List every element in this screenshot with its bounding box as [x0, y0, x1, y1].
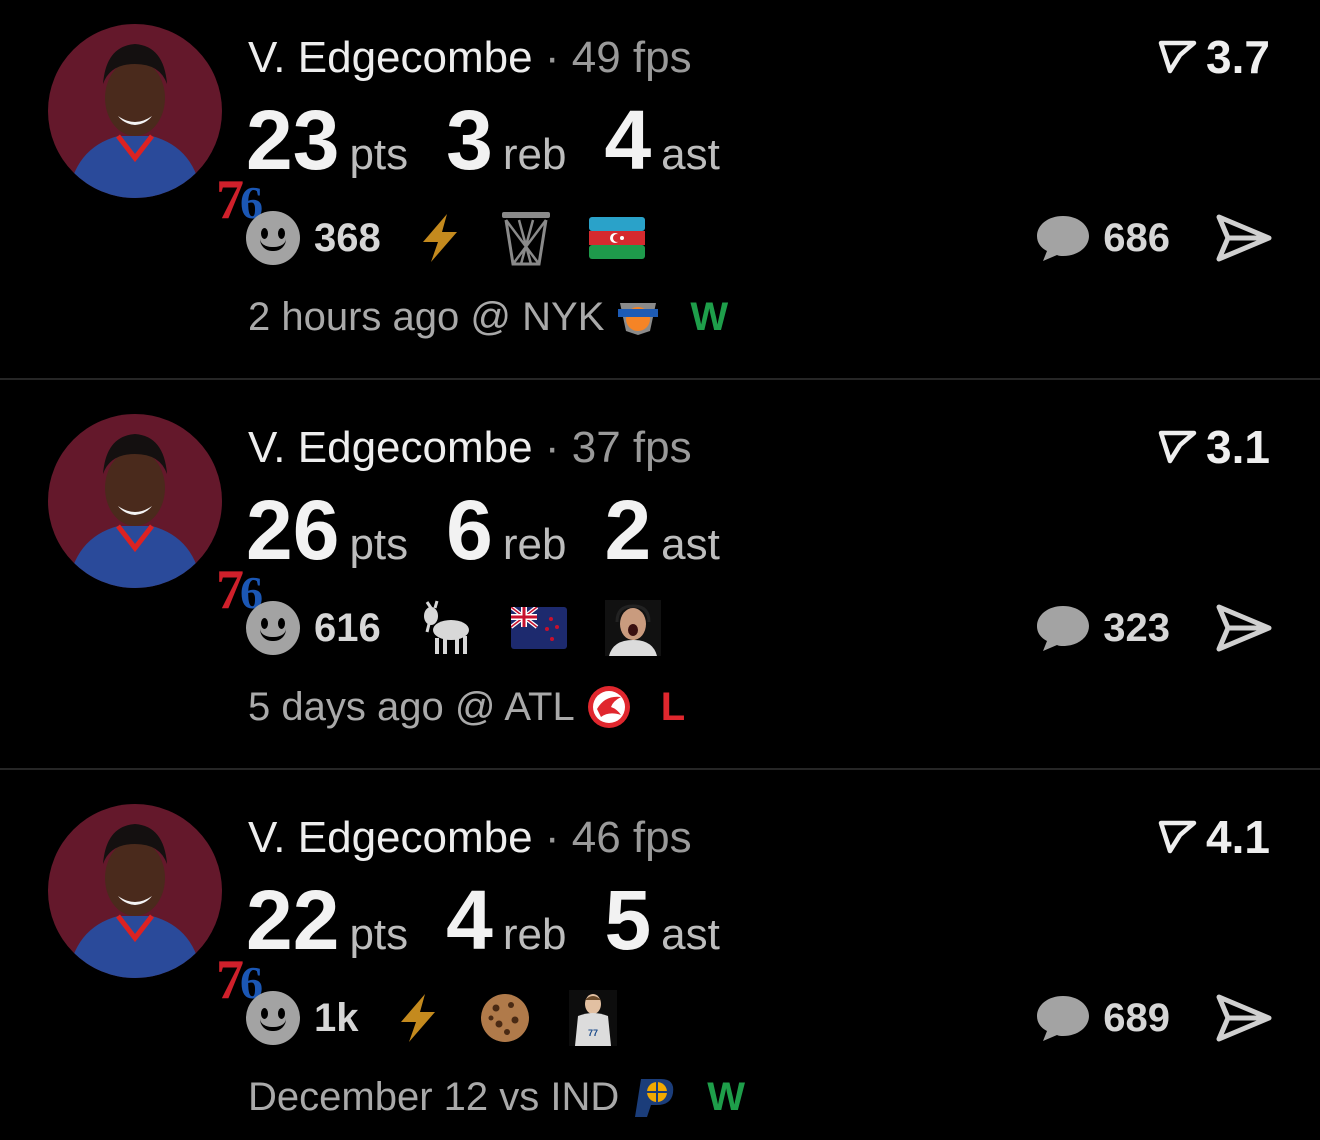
rating-flag-icon: [1158, 430, 1197, 464]
hawks-logo: [587, 685, 631, 729]
mavericks-player-photo[interactable]: 77: [568, 990, 617, 1046]
divider: [0, 378, 1320, 380]
comments-button[interactable]: 323: [1035, 600, 1170, 656]
assists-label: ast: [661, 130, 720, 179]
comment-bubble-icon: [1037, 606, 1090, 651]
points-label: pts: [349, 130, 409, 179]
rating[interactable]: 4.1: [1158, 810, 1270, 864]
comments-button[interactable]: 689: [1035, 990, 1170, 1046]
svg-text:77: 77: [587, 1028, 597, 1038]
rebounds-value: 3: [446, 93, 493, 187]
player-name-line: V. Edgecombe · 46 fps: [248, 812, 692, 864]
rebounds-value: 4: [446, 873, 493, 967]
assists-value: 2: [604, 483, 652, 577]
assists-label: ast: [661, 520, 720, 569]
comment-count: 323: [1103, 605, 1170, 650]
game-time: 5 days ago: [248, 685, 444, 729]
player-name[interactable]: V. Edgecombe: [248, 813, 533, 862]
stat-line: 22 pts 4 reb 5 ast: [246, 870, 758, 970]
game-time: 2 hours ago: [248, 295, 460, 339]
points-label: pts: [349, 520, 409, 569]
assists-value: 4: [604, 93, 652, 187]
basketball-hoop-icon[interactable]: [501, 210, 551, 266]
cookie-icon[interactable]: [479, 992, 531, 1044]
reaction-count: 368: [314, 215, 381, 260]
separator-dot: ·: [544, 33, 572, 82]
lightning-icon[interactable]: [417, 213, 463, 263]
points-label: pts: [349, 910, 409, 959]
stat-line: 23 pts 3 reb 4 ast: [246, 90, 758, 190]
rating-flag-icon: [1158, 40, 1197, 74]
game-time: December 12: [248, 1075, 489, 1119]
player-name-line: V. Edgecombe · 49 fps: [248, 32, 692, 84]
smiley-reaction-icon[interactable]: [246, 211, 300, 265]
announcer-photo[interactable]: [604, 600, 661, 656]
share-arrow-icon[interactable]: [1216, 604, 1272, 652]
rebounds-label: reb: [502, 130, 567, 179]
avatar-photo: [48, 804, 222, 978]
comment-count: 686: [1103, 215, 1170, 260]
game-info[interactable]: December 12 vs IND W: [248, 1072, 745, 1122]
game-venue: @ ATL: [454, 685, 575, 729]
smiley-reaction-icon[interactable]: [246, 601, 300, 655]
azerbaijan-flag-icon[interactable]: [588, 217, 645, 259]
player-name[interactable]: V. Edgecombe: [248, 33, 533, 82]
player-avatar[interactable]: 7 6: [48, 414, 263, 614]
game-card[interactable]: 7 6 V. Edgecombe · 37 fps 3.1 26 pts 6 r…: [0, 390, 1320, 780]
rating-value: 3.7: [1206, 31, 1270, 83]
game-venue: @ NYK: [470, 295, 605, 339]
knicks-logo: [616, 297, 660, 337]
rating-value: 4.1: [1206, 811, 1270, 863]
separator-dot: ·: [544, 423, 572, 472]
avatar-photo: [48, 24, 222, 198]
game-card[interactable]: 7 6 V. Edgecombe · 46 fps 4.1 22 pts 4 r…: [0, 780, 1320, 1140]
fps-value: 46 fps: [571, 813, 692, 862]
divider: [0, 768, 1320, 770]
reaction-count: 616: [314, 605, 381, 650]
game-card[interactable]: 7 6 V. Edgecombe · 49 fps 3.7 23 pts 3 r…: [0, 0, 1320, 390]
reactions-row: 616: [246, 600, 699, 656]
rating[interactable]: 3.1: [1158, 420, 1270, 474]
reactions-row: 368: [246, 210, 683, 266]
fps-value: 37 fps: [571, 423, 692, 472]
comment-count: 689: [1103, 995, 1170, 1040]
player-name-line: V. Edgecombe · 37 fps: [248, 422, 692, 474]
pacers-logo: [631, 1075, 677, 1119]
game-info[interactable]: 5 days ago @ ATL L: [248, 682, 685, 732]
game-info[interactable]: 2 hours ago @ NYK W: [248, 292, 728, 342]
rating-value: 3.1: [1206, 421, 1270, 473]
new-zealand-flag-icon[interactable]: [510, 607, 567, 649]
fps-value: 49 fps: [571, 33, 692, 82]
game-result: L: [660, 685, 686, 729]
comment-bubble-icon: [1037, 216, 1090, 261]
goat-icon[interactable]: [417, 600, 473, 656]
rating-flag-icon: [1158, 820, 1197, 854]
assists-label: ast: [661, 910, 720, 959]
comment-bubble-icon: [1037, 996, 1090, 1041]
player-name[interactable]: V. Edgecombe: [248, 423, 533, 472]
share-arrow-icon[interactable]: [1216, 994, 1272, 1042]
rebounds-value: 6: [446, 483, 493, 577]
points-value: 26: [246, 483, 340, 577]
assists-value: 5: [604, 873, 652, 967]
stat-line: 26 pts 6 reb 2 ast: [246, 480, 758, 580]
player-avatar[interactable]: 7 6: [48, 804, 263, 1004]
reactions-row: 1k 77: [246, 990, 655, 1046]
rebounds-label: reb: [502, 520, 567, 569]
rating[interactable]: 3.7: [1158, 30, 1270, 84]
points-value: 22: [246, 873, 340, 967]
share-arrow-icon[interactable]: [1216, 214, 1272, 262]
avatar-photo: [48, 414, 222, 588]
rebounds-label: reb: [502, 910, 567, 959]
smiley-reaction-icon[interactable]: [246, 991, 300, 1045]
comments-button[interactable]: 686: [1035, 210, 1170, 266]
game-result: W: [690, 295, 729, 339]
game-venue: vs IND: [499, 1075, 620, 1119]
lightning-icon[interactable]: [395, 993, 441, 1043]
player-avatar[interactable]: 7 6: [48, 24, 263, 224]
game-result: W: [707, 1075, 746, 1119]
separator-dot: ·: [544, 813, 572, 862]
points-value: 23: [246, 93, 340, 187]
reaction-count: 1k: [314, 995, 359, 1040]
